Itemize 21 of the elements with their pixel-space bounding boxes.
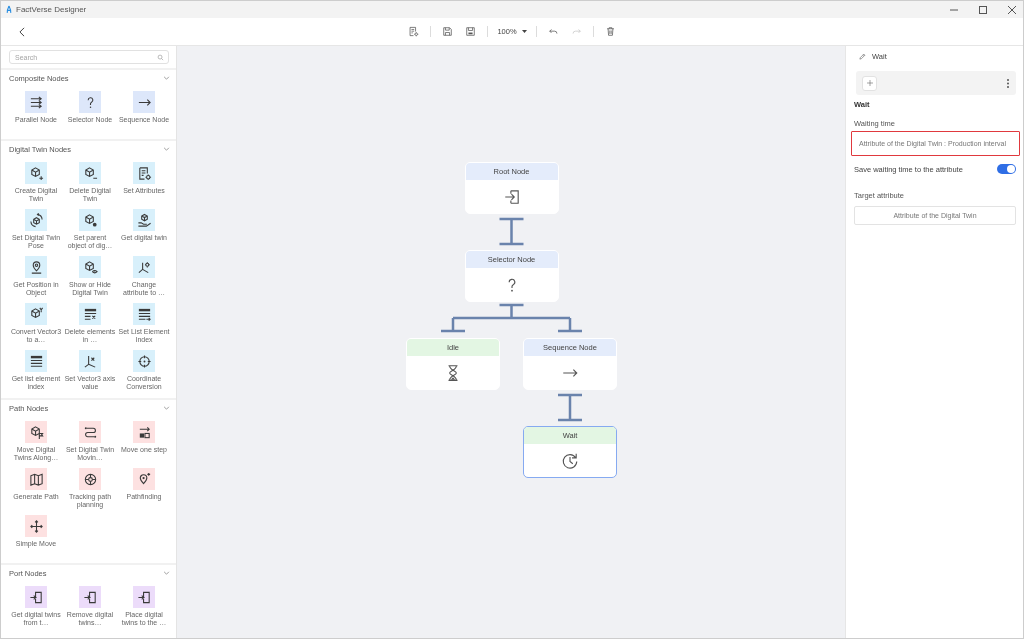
window-title: FactVerse Designer	[16, 5, 87, 14]
plus-icon	[865, 79, 874, 87]
undo-icon	[547, 26, 559, 37]
maximize-icon	[979, 5, 987, 14]
back-button[interactable]	[18, 25, 26, 38]
floppy-disk-icon	[465, 26, 477, 37]
connector	[556, 393, 584, 422]
close-icon	[1008, 5, 1016, 14]
logo-icon	[6, 5, 12, 14]
chevron-left-icon	[19, 26, 25, 37]
connector	[498, 217, 525, 246]
caret-down-icon	[521, 30, 527, 33]
redo-icon	[570, 26, 582, 37]
toggle-switch[interactable]	[997, 164, 1016, 174]
enter-icon	[502, 187, 521, 206]
pencil-icon[interactable]	[859, 52, 866, 60]
trash-icon	[604, 26, 616, 37]
search-icon	[157, 53, 164, 61]
document-gear-icon	[408, 26, 420, 37]
clock-arrow-icon	[561, 451, 579, 470]
more-button[interactable]	[1005, 76, 1011, 90]
